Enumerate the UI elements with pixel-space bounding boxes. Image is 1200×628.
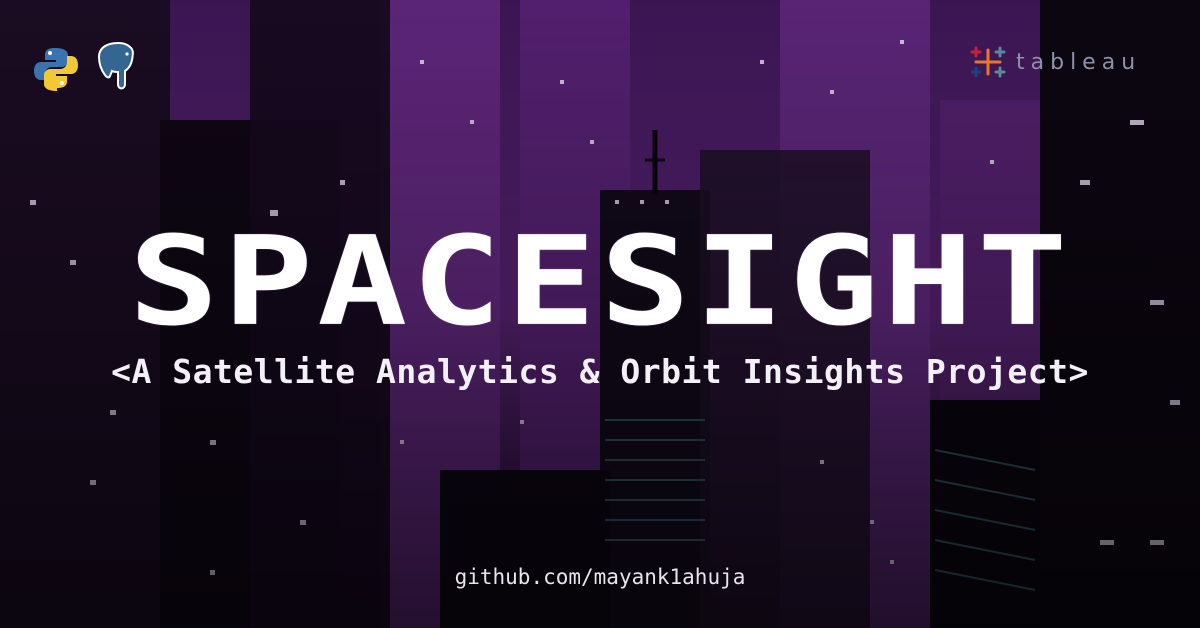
- github-link[interactable]: github.com/mayank1ahuja: [0, 565, 1200, 589]
- tableau-icon: [970, 46, 1006, 78]
- title-container: SPACESIGHT: [0, 218, 1200, 346]
- python-icon: [32, 44, 80, 92]
- tableau-logo: tableau: [968, 44, 1141, 80]
- page-title: SPACESIGHT: [128, 210, 1072, 354]
- page-subtitle: <A Satellite Analytics & Orbit Insights …: [111, 352, 1089, 391]
- tableau-wordmark: tableau: [1016, 49, 1142, 75]
- postgresql-icon: [94, 40, 142, 92]
- banner: tableau SPACESIGHT <A Satellite Analytic…: [0, 0, 1200, 628]
